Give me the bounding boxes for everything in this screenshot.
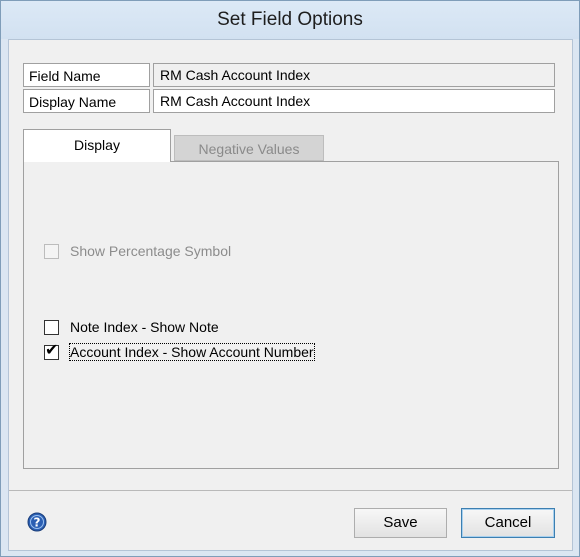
- account-index-option: ✔ Account Index - Show Account Number: [44, 341, 315, 362]
- note-index-checkbox[interactable]: [44, 319, 59, 335]
- display-name-row: Display Name RM Cash Account Index: [23, 89, 555, 113]
- tab-negative-values[interactable]: Negative Values: [174, 135, 324, 161]
- display-name-input[interactable]: RM Cash Account Index: [153, 89, 555, 113]
- display-tab-panel: Show Percentage Symbol Note Index - Show…: [23, 161, 559, 469]
- dialog-window: Set Field Options Field Name RM Cash Acc…: [0, 0, 580, 557]
- account-index-checkbox[interactable]: ✔: [44, 341, 59, 360]
- checkmark-icon: ✔: [45, 341, 59, 359]
- field-name-row: Field Name RM Cash Account Index: [23, 63, 555, 87]
- show-percentage-symbol-option: Show Percentage Symbol: [44, 241, 231, 261]
- field-name-value: RM Cash Account Index: [153, 63, 555, 87]
- footer-divider: [9, 490, 572, 491]
- svg-text:?: ?: [34, 516, 41, 530]
- show-percentage-symbol-label: Show Percentage Symbol: [70, 243, 232, 259]
- cancel-button[interactable]: Cancel: [461, 508, 555, 538]
- account-index-label[interactable]: Account Index - Show Account Number: [69, 343, 315, 361]
- options-tabs: Display Negative Values Show Percentage …: [23, 129, 559, 471]
- save-button[interactable]: Save: [354, 508, 447, 538]
- help-icon[interactable]: ?: [27, 512, 47, 532]
- note-index-option: Note Index - Show Note: [44, 317, 219, 337]
- dialog-title: Set Field Options: [1, 1, 579, 39]
- display-name-label: Display Name: [23, 89, 150, 113]
- tab-display[interactable]: Display: [23, 129, 171, 162]
- note-index-label[interactable]: Note Index - Show Note: [70, 319, 219, 335]
- dialog-client-area: Field Name RM Cash Account Index Display…: [8, 39, 573, 551]
- show-percentage-symbol-checkbox[interactable]: [44, 243, 59, 259]
- field-name-label: Field Name: [23, 63, 150, 87]
